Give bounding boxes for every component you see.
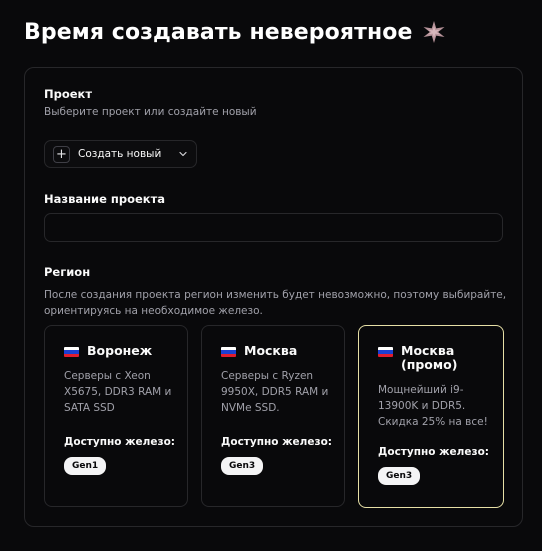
flag-russia-icon	[378, 347, 393, 357]
flag-russia-icon	[221, 347, 236, 357]
create-project-button[interactable]: + Создать новый	[44, 140, 197, 168]
region-label: Регион	[44, 265, 91, 279]
region-description: Серверы с Xeon X5675, DDR3 RAM и SATA SS…	[64, 370, 172, 414]
region-option-moscow[interactable]: Москва Серверы с Ryzen 9950X, DDR5 RAM и…	[201, 325, 345, 507]
region-hint: После создания проекта регион изменить б…	[44, 289, 507, 317]
region-name: Москва (промо)	[401, 343, 458, 372]
project-name-input[interactable]	[44, 213, 503, 242]
hardware-badge: Gen3	[378, 467, 421, 485]
project-name-label: Название проекта	[44, 192, 166, 206]
region-description: Серверы с Ryzen 9950X, DDR5 RAM и NVMe S…	[221, 370, 329, 414]
plus-icon: +	[53, 145, 70, 163]
region-option-moscow-promo[interactable]: Москва (промо) Мощнейший i9-13900K и DDR…	[358, 325, 504, 508]
hardware-label: Доступно железо:	[64, 436, 175, 448]
project-hint: Выберите проект или создайте новый	[44, 106, 257, 118]
flag-russia-icon	[64, 347, 79, 357]
region-name: Воронеж	[87, 343, 153, 358]
hardware-label: Доступно железо:	[378, 446, 489, 458]
page-title: Время создавать невероятное	[24, 18, 448, 46]
chevron-down-icon	[179, 151, 187, 157]
create-project-label: Создать новый	[78, 148, 162, 160]
region-option-voronezh[interactable]: Воронеж Серверы с Xeon X5675, DDR3 RAM и…	[44, 325, 188, 507]
hardware-label: Доступно железо:	[221, 436, 332, 448]
page-title-text: Время создавать невероятное	[24, 19, 413, 45]
create-project-card: Проект Выберите проект или создайте новы…	[24, 67, 523, 527]
hardware-badge: Gen1	[64, 457, 107, 475]
project-label: Проект	[44, 87, 93, 101]
sparkle-icon	[423, 21, 445, 43]
region-description: Мощнейший i9-13900K и DDR5. Скидка 25% н…	[378, 384, 488, 428]
hardware-badge: Gen3	[221, 457, 264, 475]
region-name: Москва	[244, 343, 298, 358]
